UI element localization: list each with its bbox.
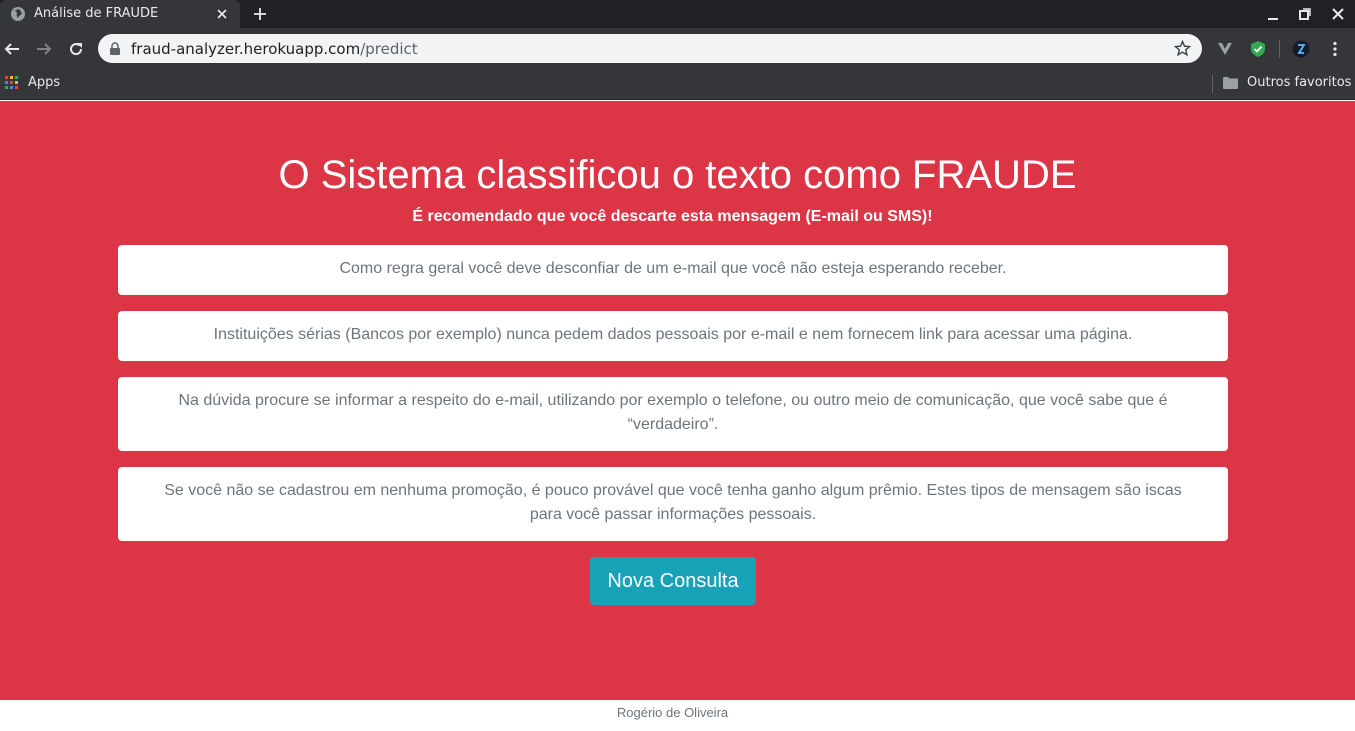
toolbar-divider	[1279, 40, 1280, 58]
new-query-button[interactable]: Nova Consulta	[590, 557, 756, 605]
tip-text: Se você não se cadastrou em nenhuma prom…	[164, 482, 1182, 523]
tip-card: Se você não se cadastrou em nenhuma prom…	[118, 467, 1228, 541]
new-tab-icon[interactable]	[251, 5, 269, 23]
tab-title: Análise de FRAUDE	[34, 6, 159, 21]
url-path: /predict	[360, 40, 418, 58]
bookmarks-divider	[1212, 75, 1213, 93]
vimium-extension-icon[interactable]	[1216, 40, 1234, 58]
page-title: O Sistema classificou o texto como FRAUD…	[278, 153, 1077, 197]
menu-kebab-icon[interactable]	[1326, 40, 1344, 58]
tip-text: Instituições sérias (Bancos por exemplo)…	[213, 326, 1133, 343]
reload-icon[interactable]	[67, 40, 85, 58]
footer: Rogério de Oliveira	[0, 700, 1355, 731]
apps-grid-icon[interactable]	[5, 76, 19, 90]
globe-icon	[11, 7, 25, 21]
url-host: fraud-analyzer.herokuapp.com	[131, 40, 361, 58]
apps-bookmark[interactable]: Apps	[28, 75, 60, 91]
close-tab-icon[interactable]	[214, 6, 230, 22]
tip-card: Instituições sérias (Bancos por exemplo)…	[118, 311, 1228, 361]
back-icon[interactable]	[3, 40, 21, 58]
url-text: fraud-analyzer.herokuapp.com/predict	[131, 40, 418, 58]
other-bookmarks[interactable]: Outros favoritos	[1247, 75, 1351, 91]
tab-strip: Análise de FRAUDE	[0, 0, 1355, 28]
tip-card: Na dúvida procure se informar a respeito…	[118, 377, 1228, 451]
restore-icon[interactable]	[1298, 7, 1312, 21]
shield-extension-icon[interactable]	[1249, 40, 1267, 58]
result-panel: O Sistema classificou o texto como FRAUD…	[0, 101, 1355, 700]
browser-tab[interactable]: Análise de FRAUDE	[0, 0, 240, 28]
close-window-icon[interactable]	[1331, 7, 1345, 21]
address-bar[interactable]: fraud-analyzer.herokuapp.com/predict	[98, 34, 1202, 63]
profile-extension-icon[interactable]	[1292, 40, 1310, 58]
folder-icon	[1223, 77, 1238, 89]
tip-card: Como regra geral você deve desconfiar de…	[118, 245, 1228, 295]
tip-text: Na dúvida procure se informar a respeito…	[178, 392, 1168, 433]
footer-author: Rogério de Oliveira	[616, 705, 729, 720]
recommendation-text: É recomendado que você descarte esta men…	[412, 208, 933, 225]
tip-text: Como regra geral você deve desconfiar de…	[339, 260, 1007, 277]
bookmarks-bar: Apps Outros favoritos	[0, 68, 1355, 100]
forward-icon[interactable]	[35, 40, 53, 58]
lock-icon	[110, 42, 120, 55]
bookmark-star-icon[interactable]	[1174, 40, 1191, 57]
minimize-icon[interactable]	[1266, 7, 1280, 21]
